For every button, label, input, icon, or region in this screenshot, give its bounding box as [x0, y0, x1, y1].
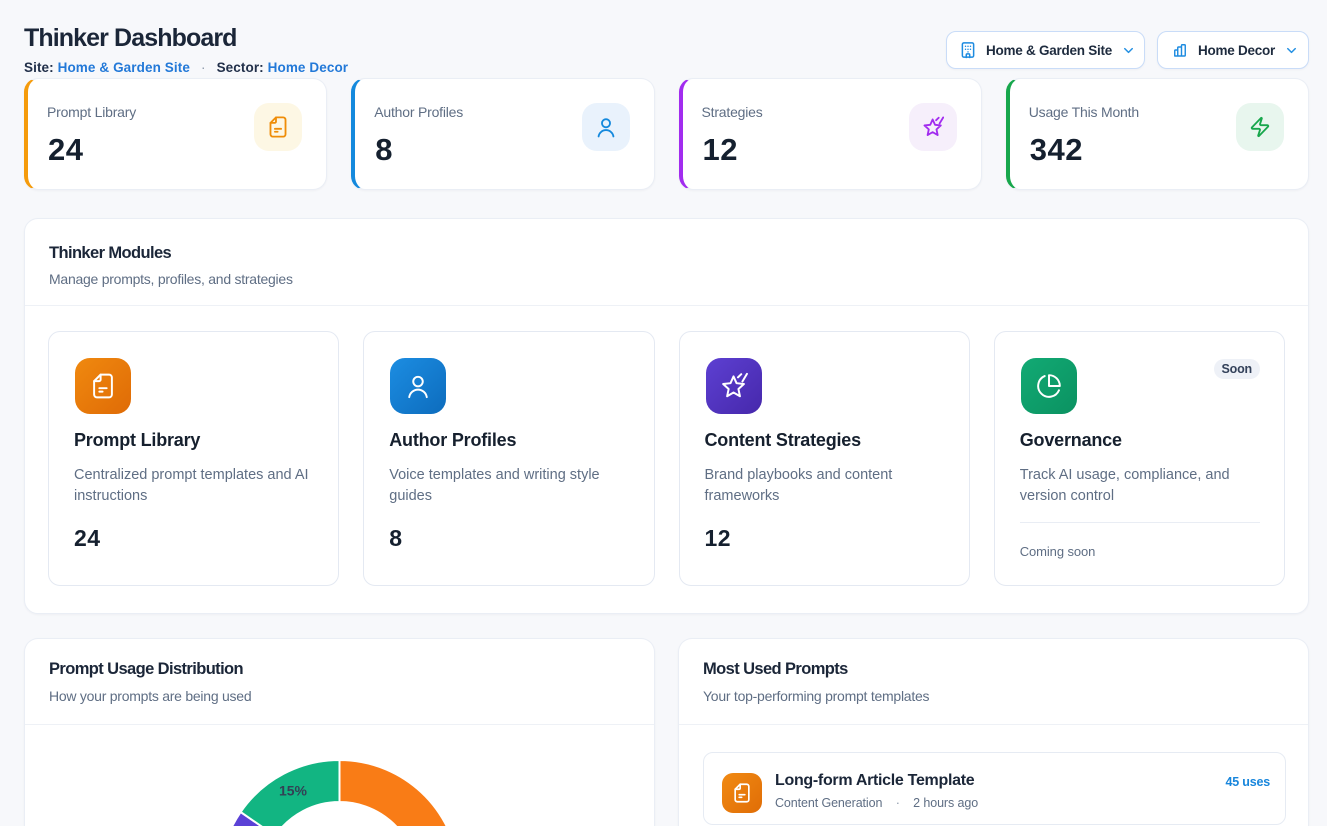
svg-text:15%: 15% [279, 783, 308, 799]
